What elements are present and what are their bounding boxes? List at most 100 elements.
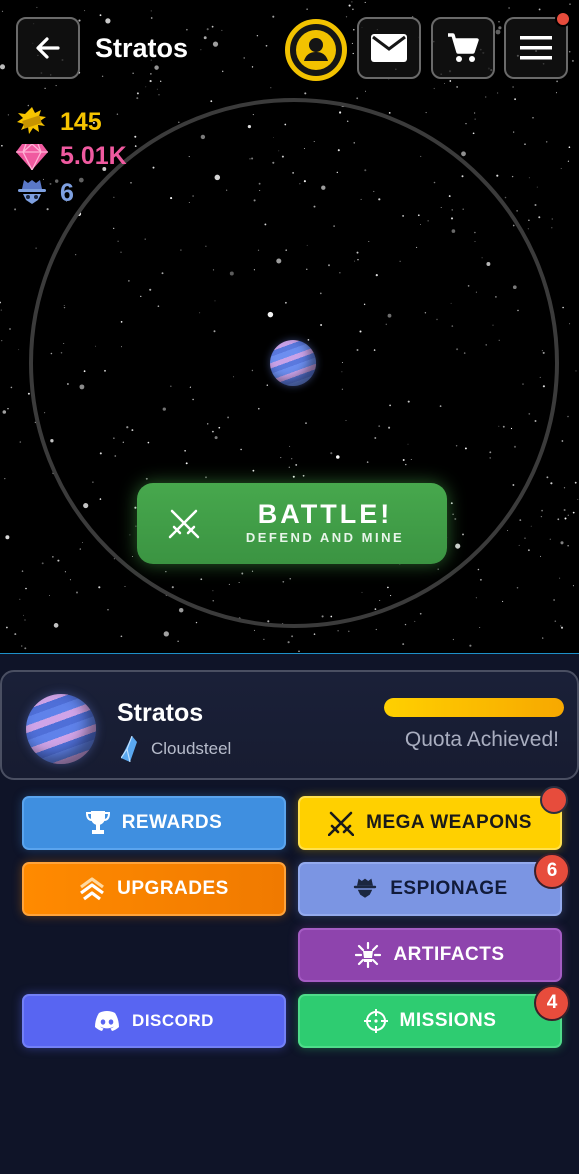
rewards-button[interactable]: REWARDS — [22, 796, 286, 850]
star — [2, 410, 7, 414]
star — [514, 98, 517, 101]
star — [507, 530, 509, 531]
espionage-badge: 6 — [534, 853, 570, 889]
star — [560, 626, 564, 629]
star — [21, 645, 23, 647]
star — [516, 210, 518, 212]
quota-status: Quota Achieved! — [404, 728, 559, 751]
star — [562, 306, 564, 309]
star — [8, 327, 12, 331]
star — [504, 196, 507, 199]
star — [527, 549, 530, 552]
crystal-icon — [121, 736, 137, 762]
star — [10, 386, 13, 389]
missions-button[interactable]: MISSIONS — [298, 994, 562, 1048]
star — [575, 370, 577, 372]
mail-button[interactable] — [357, 17, 421, 79]
planet-info-card: Stratos Cloudsteel Quota Achieved! — [0, 670, 579, 780]
star — [53, 623, 59, 628]
star — [298, 650, 300, 653]
discord-icon — [95, 1011, 120, 1031]
planet-name: Stratos — [117, 699, 204, 727]
mega-weapons-button[interactable]: MEGA WEAPONS — [298, 796, 562, 850]
star — [577, 498, 579, 500]
rewards-label: REWARDS — [121, 812, 223, 833]
star — [534, 203, 537, 207]
star — [474, 118, 476, 120]
gold-bars-icon — [17, 107, 46, 134]
star — [560, 625, 562, 627]
upgrades-label: UPGRADES — [117, 878, 229, 899]
star — [528, 219, 530, 222]
gold-count: 145 — [60, 107, 102, 136]
star — [541, 509, 543, 512]
star — [178, 607, 184, 613]
missions-badge: 4 — [534, 985, 570, 1021]
star — [485, 96, 487, 98]
star — [559, 577, 561, 579]
star — [5, 535, 10, 540]
cart-button[interactable] — [431, 17, 495, 79]
star — [24, 647, 27, 650]
star — [24, 619, 26, 621]
star — [75, 591, 79, 594]
star — [158, 94, 160, 96]
spy-icon — [18, 180, 46, 204]
planet-stratos[interactable] — [270, 340, 316, 386]
battle-subtitle: DEFEND AND MINE — [245, 530, 405, 545]
star — [41, 562, 44, 565]
star — [567, 415, 569, 418]
battle-button[interactable]: BATTLE! DEFEND AND MINE — [137, 483, 447, 564]
star — [572, 585, 574, 587]
star — [519, 519, 522, 521]
star — [82, 542, 83, 543]
gold-resource: 145 — [16, 107, 102, 137]
artifacts-button[interactable]: ARTIFACTS — [298, 928, 562, 982]
star — [563, 487, 566, 489]
discord-button[interactable]: DISCORD — [22, 994, 286, 1048]
star — [538, 216, 541, 219]
star — [528, 177, 530, 179]
star — [569, 323, 571, 325]
star — [14, 208, 17, 211]
star — [163, 631, 169, 637]
star — [549, 538, 551, 540]
star — [497, 92, 499, 94]
espionage-button[interactable]: ESPIONAGE — [298, 862, 562, 916]
star — [195, 621, 198, 624]
star — [532, 117, 534, 119]
crosshair-icon — [363, 1009, 388, 1033]
star — [98, 586, 101, 589]
profile-icon — [296, 30, 336, 70]
star — [375, 628, 377, 631]
star — [78, 177, 84, 183]
star — [348, 630, 350, 633]
gem-resource: 5.01K — [16, 142, 127, 171]
star — [35, 247, 37, 249]
star — [540, 555, 542, 557]
star — [465, 123, 467, 125]
star — [0, 301, 1, 304]
star — [472, 132, 475, 135]
back-button[interactable] — [16, 17, 80, 79]
star — [291, 635, 294, 638]
mega-weapons-label: MEGA WEAPONS — [366, 812, 532, 833]
crossed-swords-icon — [328, 811, 355, 836]
star — [57, 559, 60, 562]
star — [0, 309, 2, 311]
star — [210, 100, 213, 103]
mega-weapons-badge — [540, 786, 568, 814]
profile-button[interactable] — [285, 19, 347, 81]
star — [425, 112, 427, 114]
upgrades-button[interactable]: UPGRADES — [22, 862, 286, 916]
star — [546, 476, 549, 479]
star — [304, 92, 307, 95]
star — [530, 525, 532, 527]
battle-title: BATTLE! — [257, 499, 393, 529]
star — [536, 186, 538, 188]
star — [469, 644, 472, 647]
star — [550, 482, 553, 485]
star — [567, 545, 569, 547]
spy-icon — [354, 878, 377, 898]
menu-button[interactable] — [504, 17, 568, 79]
